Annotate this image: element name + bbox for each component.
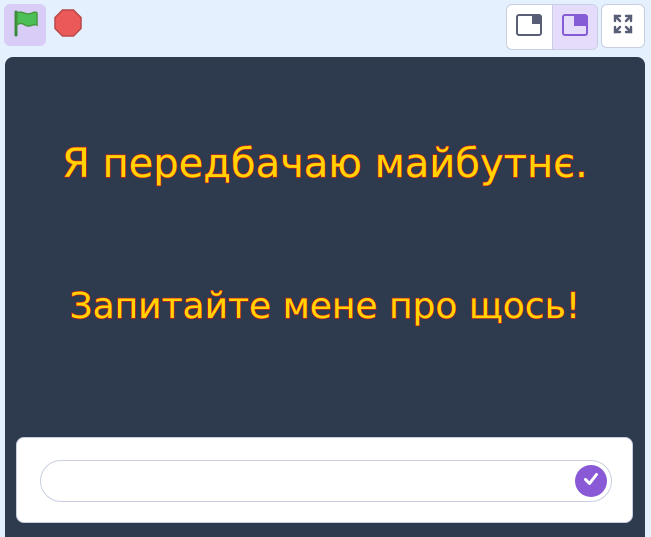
normal-stage-layout-icon [561,14,588,40]
fullscreen-button[interactable] [601,4,645,48]
checkmark-icon [582,470,600,492]
stop-icon [53,8,83,42]
small-stage-layout-icon [516,14,543,40]
ask-prompt-box [16,437,633,523]
fullscreen-icon [612,13,634,39]
stage-toolbar [0,0,651,54]
answer-field [40,460,612,502]
small-stage-button[interactable] [507,5,552,49]
stage-text-line-2: Запитайте мене про щось! [69,285,581,327]
stop-button[interactable] [52,9,84,41]
stage-text-line-1: Я передбачаю майбутнє. [62,140,589,187]
green-flag-icon [10,8,40,42]
answer-input[interactable] [55,465,569,499]
green-flag-button[interactable] [4,4,46,46]
submit-answer-button[interactable] [575,465,607,497]
stage-layout-toggle [506,4,598,50]
normal-stage-button[interactable] [551,5,597,49]
